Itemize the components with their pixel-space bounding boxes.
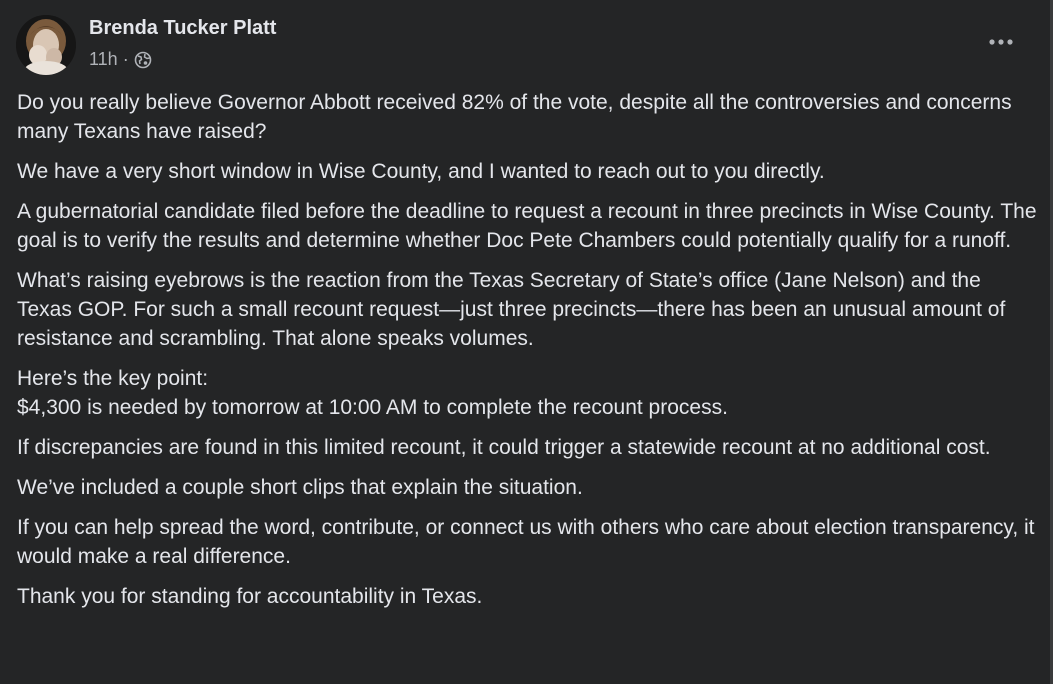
post-paragraph: Thank you for standing for accountabilit… <box>17 585 483 608</box>
post-header: Brenda Tucker Platt 11h · <box>16 14 1036 76</box>
more-options-icon[interactable] <box>984 32 1018 52</box>
post-paragraph: We’ve included a couple short clips that… <box>17 476 583 499</box>
post-paragraph: A gubernatorial candidate filed before t… <box>17 200 1037 252</box>
post-paragraph: If you can help spread the word, contrib… <box>17 516 1035 568</box>
avatar[interactable] <box>16 15 76 75</box>
avatar-image <box>16 15 76 75</box>
globe-icon[interactable] <box>134 51 152 69</box>
author-name[interactable]: Brenda Tucker Platt <box>89 17 276 40</box>
meta-separator: · <box>122 49 129 69</box>
post-paragraph: If discrepancies are found in this limit… <box>17 436 991 459</box>
post-meta: 11h · <box>89 49 152 70</box>
facebook-post: Brenda Tucker Platt 11h · Do you really … <box>0 0 1053 684</box>
post-paragraph: $4,300 is needed by tomorrow at 10:00 AM… <box>17 396 728 419</box>
post-paragraph: Here’s the key point: <box>17 367 209 390</box>
post-paragraph: What’s raising eyebrows is the reaction … <box>17 269 1006 350</box>
post-time[interactable]: 11h <box>89 49 118 70</box>
post-paragraph: We have a very short window in Wise Coun… <box>17 160 825 183</box>
post-body: Do you really believe Governor Abbott re… <box>17 88 1039 622</box>
post-paragraph: Do you really believe Governor Abbott re… <box>17 91 1012 143</box>
